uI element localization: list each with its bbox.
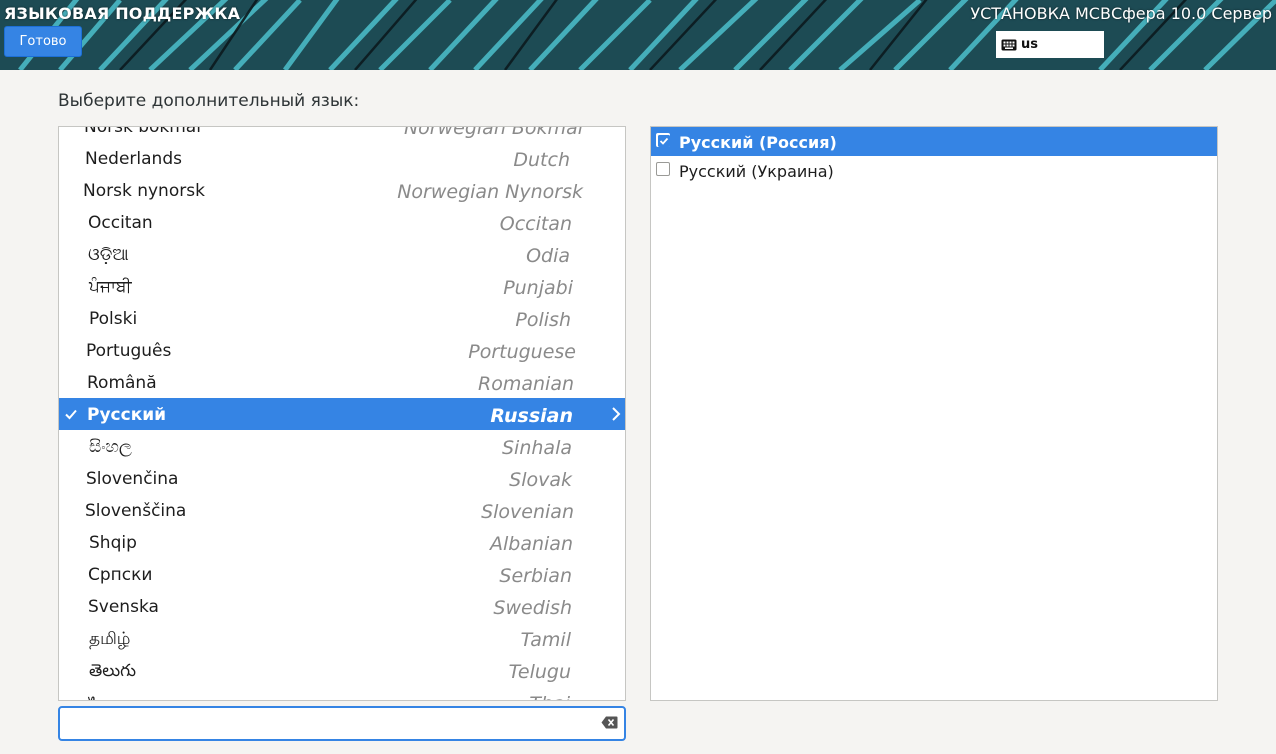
language-row[interactable]: Norsk nynorsk Norwegian Nynorsk <box>59 174 625 206</box>
language-english-name: Dutch <box>513 149 570 171</box>
language-row[interactable]: Occitan Occitan <box>59 206 625 238</box>
locale-rows: Русский (Россия) Русский (Украина) <box>651 127 1217 185</box>
language-search-field[interactable] <box>58 706 626 741</box>
language-row[interactable]: Shqip Albanian <box>59 526 625 558</box>
language-row[interactable]: తెలుగు Telugu <box>59 654 625 686</box>
language-row[interactable]: Slovenčina Slovak <box>59 462 625 494</box>
language-english-name: Slovak <box>509 469 572 491</box>
language-english-name: Odia <box>526 245 570 267</box>
locale-label: Русский (Украина) <box>679 162 834 181</box>
language-row[interactable]: Română Romanian <box>59 366 625 398</box>
language-native-name: ਪੰਜਾਬੀ <box>89 277 132 297</box>
language-native-name: Српски <box>88 565 153 585</box>
language-english-name: Portuguese <box>468 341 576 363</box>
language-native-name: Português <box>86 341 172 361</box>
locale-row[interactable]: Русский (Украина) <box>651 156 1217 185</box>
language-native-name: Polski <box>89 309 138 329</box>
language-native-name: தமிழ் <box>89 629 131 649</box>
clear-text-icon[interactable] <box>601 716 618 729</box>
language-row[interactable]: Nederlands Dutch <box>59 142 625 174</box>
language-english-name: Serbian <box>499 565 572 587</box>
chevron-right-icon <box>612 407 621 421</box>
checkmark-icon <box>65 409 77 420</box>
language-english-name: Romanian <box>478 373 574 395</box>
language-english-name: Albanian <box>490 533 573 555</box>
language-row[interactable]: தமிழ் Tamil <box>59 622 625 654</box>
language-native-name: Nederlands <box>85 149 182 169</box>
language-english-name: Russian <box>490 405 573 427</box>
language-row[interactable]: සිංහල Sinhala <box>59 430 625 462</box>
language-english-name: Norwegian Bokmål <box>403 126 583 139</box>
done-button[interactable]: Готово <box>4 26 82 57</box>
language-native-name: ଓଡ଼ିଆ <box>88 245 129 265</box>
language-row[interactable]: Svenska Swedish <box>59 590 625 622</box>
locale-row[interactable]: Русский (Россия) <box>651 127 1217 156</box>
language-english-name: Slovenian <box>481 501 574 523</box>
language-english-name: Sinhala <box>502 437 572 459</box>
language-row[interactable]: Norsk bokmål Norwegian Bokmål <box>59 126 625 142</box>
language-english-name: Tamil <box>520 629 571 651</box>
language-native-name: සිංහල <box>89 437 132 457</box>
language-row[interactable]: Русский Russian <box>59 398 625 430</box>
language-english-name: Occitan <box>499 213 572 235</box>
language-row[interactable]: Polski Polish <box>59 302 625 334</box>
language-row[interactable]: ਪੰਜਾਬੀ Punjabi <box>59 270 625 302</box>
locale-list[interactable]: Русский (Россия) Русский (Украина) <box>650 126 1218 701</box>
language-native-name: Română <box>87 373 157 393</box>
language-english-name: Punjabi <box>503 277 573 299</box>
locale-checkbox[interactable] <box>656 162 670 176</box>
language-native-name: Русский <box>87 405 167 425</box>
language-native-name: ไทย <box>89 693 119 700</box>
locale-checkbox[interactable] <box>656 133 670 147</box>
language-native-name: Slovenščina <box>85 501 187 521</box>
locale-label: Русский (Россия) <box>679 133 837 152</box>
language-native-name: Svenska <box>88 597 159 617</box>
language-search-input[interactable] <box>68 712 592 738</box>
language-english-name: Telugu <box>508 661 571 683</box>
language-english-name: Swedish <box>493 597 572 619</box>
language-rows: Norsk bokmål Norwegian Bokmål Nederlands Du… <box>59 126 625 700</box>
header-banner: ЯЗЫКОВАЯ ПОДДЕРЖКА Готово УСТАНОВКА МСВС… <box>0 0 1276 70</box>
keyboard-icon <box>1001 39 1017 50</box>
language-list[interactable]: Norsk bokmål Norwegian Bokmål Nederlands Du… <box>58 126 626 701</box>
language-english-name: Polish <box>515 309 571 331</box>
language-native-name: Norsk bokmål <box>84 126 201 137</box>
language-native-name: Norsk nynorsk <box>83 181 205 201</box>
language-row[interactable]: ଓଡ଼ିଆ Odia <box>59 238 625 270</box>
language-native-name: తెలుగు <box>89 661 136 681</box>
language-native-name: Shqip <box>89 533 137 553</box>
checkbox-check-icon <box>658 135 670 147</box>
language-row[interactable]: Српски Serbian <box>59 558 625 590</box>
language-row[interactable]: ไทย Thai <box>59 686 625 700</box>
language-row[interactable]: Slovenščina Slovenian <box>59 494 625 526</box>
language-native-name: Occitan <box>88 213 153 233</box>
language-native-name: Slovenčina <box>86 469 179 489</box>
language-english-name: Norwegian Nynorsk <box>397 181 583 203</box>
language-english-name: Thai <box>529 693 570 700</box>
spoke-title: ЯЗЫКОВАЯ ПОДДЕРЖКА <box>4 4 241 23</box>
language-row[interactable]: Português Portuguese <box>59 334 625 366</box>
keyboard-layout-indicator[interactable]: us <box>996 31 1104 58</box>
product-title: УСТАНОВКА МСВСфера 10.0 Сервер <box>970 4 1272 23</box>
keyboard-layout-label: us <box>1021 37 1038 52</box>
select-language-prompt: Выберите дополнительный язык: <box>58 91 360 111</box>
